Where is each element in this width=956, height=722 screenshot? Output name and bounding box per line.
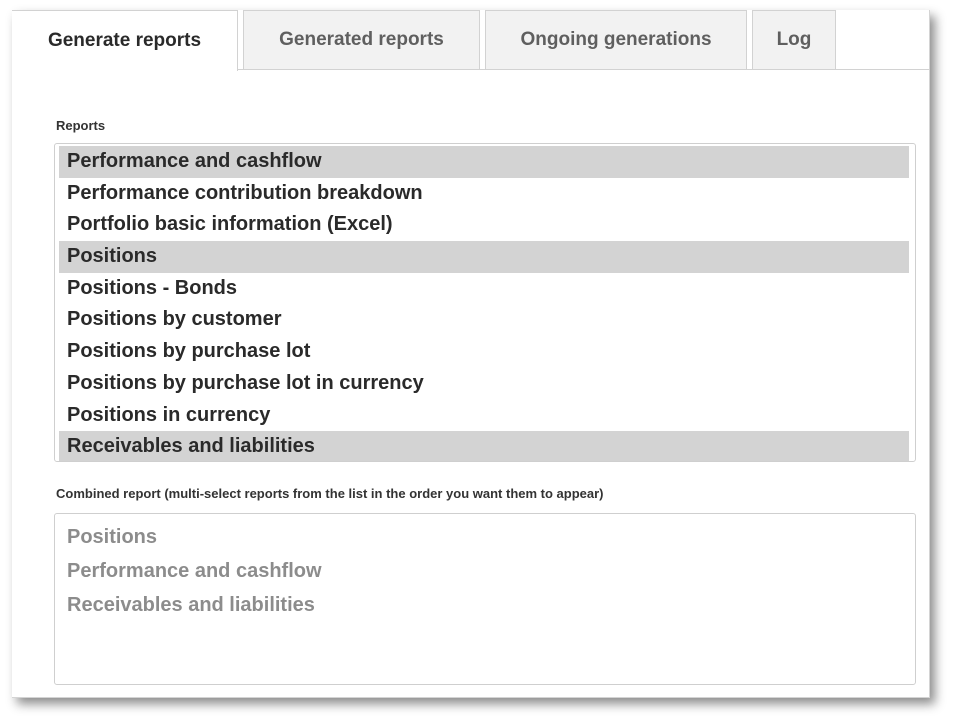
report-panel: Generate reports Generated reports Ongoi… xyxy=(12,10,930,698)
report-item-positions-by-purchase-lot[interactable]: Positions by purchase lot xyxy=(59,336,909,368)
combined-item-positions: Positions xyxy=(67,526,158,548)
combined-item-receivables-and-liabilities: Receivables and liabilities xyxy=(67,594,315,616)
report-item-positions-by-customer[interactable]: Positions by customer xyxy=(59,304,909,336)
tab-generated-reports[interactable]: Generated reports xyxy=(243,10,480,70)
reports-label: Reports xyxy=(56,118,106,133)
report-item-positions-bonds[interactable]: Positions - Bonds xyxy=(59,273,909,305)
combined-report-box[interactable]: Positions Performance and cashflow Recei… xyxy=(54,513,916,685)
report-item-positions-by-purchase-lot-in-currency[interactable]: Positions by purchase lot in currency xyxy=(59,368,909,400)
combined-report-label: Combined report (multi-select reports fr… xyxy=(56,486,604,501)
reports-listbox[interactable]: Performance and cashflow Performance con… xyxy=(54,143,916,462)
report-item-portfolio-basic-information[interactable]: Portfolio basic information (Excel) xyxy=(59,209,909,241)
tab-log[interactable]: Log xyxy=(752,10,836,70)
report-item-performance-contribution-breakdown[interactable]: Performance contribution breakdown xyxy=(59,178,909,210)
report-item-positions[interactable]: Positions xyxy=(59,241,909,273)
tab-ongoing-generations[interactable]: Ongoing generations xyxy=(485,10,747,70)
report-item-receivables-and-liabilities[interactable]: Receivables and liabilities xyxy=(59,431,909,461)
report-item-positions-in-currency[interactable]: Positions in currency xyxy=(59,400,909,432)
tab-bar: Generate reports Generated reports Ongoi… xyxy=(12,10,930,71)
tab-generate-reports[interactable]: Generate reports xyxy=(12,10,238,71)
report-item-performance-and-cashflow[interactable]: Performance and cashflow xyxy=(59,146,909,178)
combined-item-performance-and-cashflow: Performance and cashflow xyxy=(67,560,322,582)
